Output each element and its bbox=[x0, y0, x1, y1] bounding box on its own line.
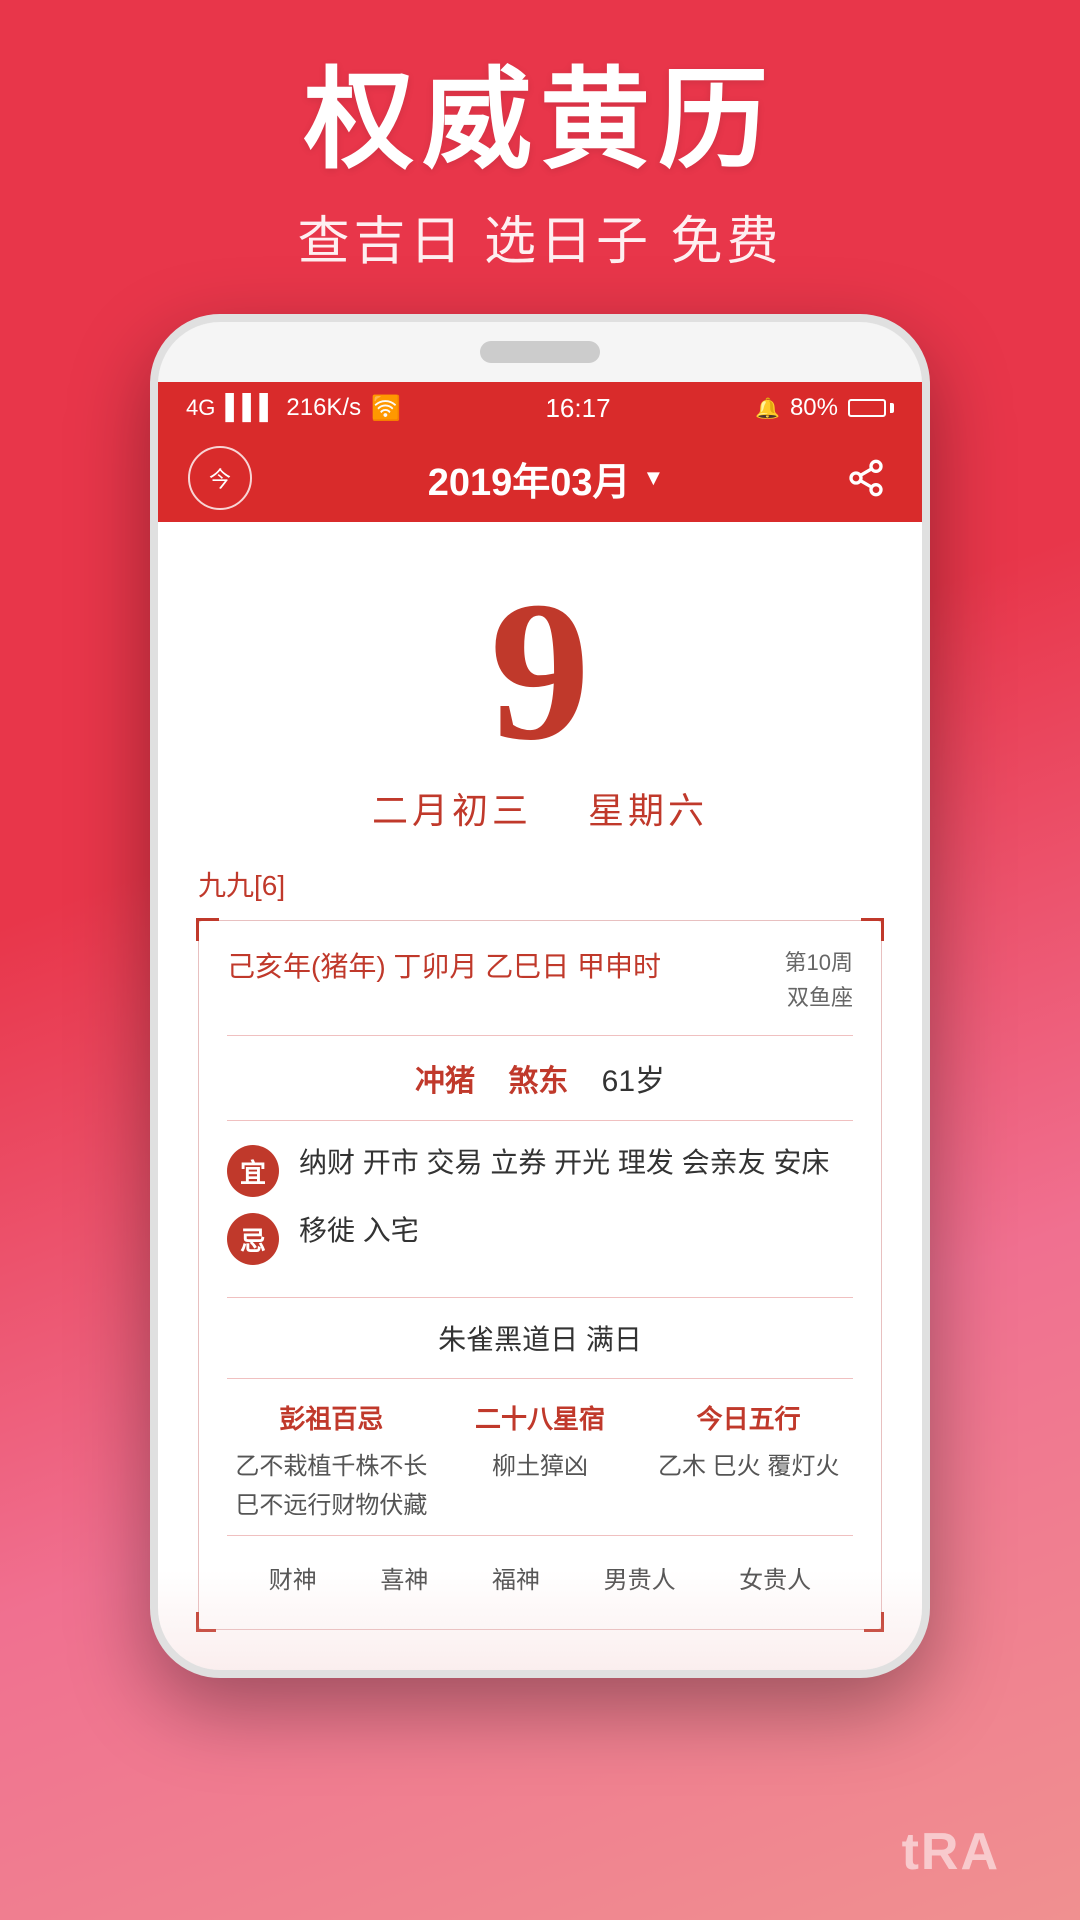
three-col-section: 彭祖百忌 二十八星宿 今日五行 乙不栽植千株不长 巳不远行财物伏藏 柳土獐凶 乙… bbox=[227, 1379, 853, 1535]
share-button[interactable] bbox=[840, 452, 892, 504]
ji-row: 忌 移徙 入宅 bbox=[227, 1209, 853, 1265]
xishen-label: 喜神 bbox=[380, 1560, 428, 1595]
ji-content: 移徙 入宅 bbox=[299, 1209, 853, 1254]
status-left: 4G ▌▌▌ 216K/s 🛜 bbox=[186, 394, 401, 423]
black-day-row: 朱雀黑道日 满日 bbox=[227, 1298, 853, 1379]
lunar-weekday: 二月初三 星期六 bbox=[158, 782, 922, 834]
zodiac-label: 双鱼座 bbox=[785, 980, 853, 1015]
col1-title: 彭祖百忌 bbox=[227, 1399, 436, 1436]
dropdown-arrow-icon: ▼ bbox=[643, 465, 665, 491]
phone-top-bar bbox=[158, 322, 922, 382]
three-col-content: 乙不栽植千株不长 巳不远行财物伏藏 柳土獐凶 乙木 巳火 覆灯火 bbox=[227, 1448, 853, 1525]
col1-content: 乙不栽植千株不长 巳不远行财物伏藏 bbox=[227, 1448, 436, 1525]
info-card: 己亥年(猪年) 丁卯月 乙巳日 甲申时 第10周 双鱼座 冲猪 煞东 61岁 bbox=[198, 920, 882, 1630]
col3-content: 乙木 巳火 覆灯火 bbox=[644, 1448, 853, 1525]
nan-guiren-label: 男贵人 bbox=[604, 1560, 676, 1595]
chong-row: 冲猪 煞东 61岁 bbox=[227, 1036, 853, 1121]
col2-content: 柳土獐凶 bbox=[436, 1448, 645, 1525]
battery-icon bbox=[848, 399, 894, 417]
jiu-jiu-label: 九九[6] bbox=[198, 864, 882, 904]
chong-age: 61岁 bbox=[602, 1065, 665, 1098]
status-time: 16:17 bbox=[545, 393, 610, 424]
week-label: 第10周 bbox=[785, 945, 853, 980]
sha-direction: 煞东 bbox=[508, 1065, 568, 1098]
col1-line1: 乙不栽植千株不长 bbox=[227, 1448, 436, 1486]
bottom-icons-row: 财神 喜神 福神 男贵人 女贵人 bbox=[227, 1535, 853, 1605]
weekday-text: 星期六 bbox=[588, 790, 708, 831]
phone-mockup: 4G ▌▌▌ 216K/s 🛜 16:17 🔔 80% 今 2019年03月 ▼ bbox=[150, 314, 930, 1678]
yi-content: 纳财 开市 交易 立券 开光 理发 会亲友 安床 bbox=[299, 1141, 853, 1186]
lunar-date-text: 二月初三 bbox=[372, 790, 532, 831]
status-right: 🔔 80% bbox=[755, 394, 894, 422]
yi-ji-section: 宜 纳财 开市 交易 立券 开光 理发 会亲友 安床 忌 移徙 入宅 bbox=[227, 1121, 853, 1298]
month-selector[interactable]: 2019年03月 ▼ bbox=[428, 451, 665, 506]
col1-line2: 巳不远行财物伏藏 bbox=[227, 1487, 436, 1525]
info-section: 九九[6] 己亥年(猪年) 丁卯月 乙巳日 甲申时 第10周 双鱼座 冲猪 bbox=[158, 864, 922, 1670]
today-btn-label: 今 bbox=[209, 462, 231, 494]
ganzhi-main: 己亥年(猪年) 丁卯月 乙巳日 甲申时 bbox=[227, 945, 661, 985]
nv-guiren-label: 女贵人 bbox=[739, 1560, 811, 1595]
battery-percent: 80% bbox=[790, 394, 838, 422]
month-label: 2019年03月 bbox=[428, 451, 631, 506]
big-day-number: 9 bbox=[158, 572, 922, 772]
sub-title: 查吉日 选日子 免费 bbox=[0, 199, 1080, 274]
alarm-icon: 🔔 bbox=[755, 396, 780, 421]
chong-label: 冲猪 bbox=[415, 1065, 475, 1098]
status-bar: 4G ▌▌▌ 216K/s 🛜 16:17 🔔 80% bbox=[158, 382, 922, 434]
wifi-icon: 🛜 bbox=[371, 394, 401, 423]
today-button[interactable]: 今 bbox=[188, 446, 252, 510]
ji-badge: 忌 bbox=[227, 1213, 279, 1265]
yi-badge: 宜 bbox=[227, 1145, 279, 1197]
app-header: 今 2019年03月 ▼ bbox=[158, 434, 922, 522]
phone-speaker bbox=[480, 341, 600, 363]
ganzhi-side: 第10周 双鱼座 bbox=[785, 945, 853, 1015]
brand-text: tRA bbox=[902, 1822, 1000, 1882]
app-content: 9 二月初三 星期六 九九[6] 己亥年(猪年) 丁卯月 乙巳日 甲申时 第10… bbox=[158, 522, 922, 1670]
hero-section: 权威黄历 查吉日 选日子 免费 bbox=[0, 0, 1080, 314]
date-display: 9 二月初三 星期六 bbox=[158, 522, 922, 864]
network-speed: 216K/s bbox=[286, 394, 361, 422]
signal-icon: 4G bbox=[186, 395, 215, 421]
signal-bars: ▌▌▌ bbox=[225, 394, 276, 422]
col3-title: 今日五行 bbox=[644, 1399, 853, 1436]
yi-row: 宜 纳财 开市 交易 立券 开光 理发 会亲友 安床 bbox=[227, 1141, 853, 1197]
caishen-label: 财神 bbox=[269, 1560, 317, 1595]
three-col-header: 彭祖百忌 二十八星宿 今日五行 bbox=[227, 1399, 853, 1436]
main-title: 权威黄历 bbox=[0, 60, 1080, 181]
fushen-label: 福神 bbox=[492, 1560, 540, 1595]
col2-title: 二十八星宿 bbox=[436, 1399, 645, 1436]
ganzhi-row: 己亥年(猪年) 丁卯月 乙巳日 甲申时 第10周 双鱼座 bbox=[227, 945, 853, 1036]
